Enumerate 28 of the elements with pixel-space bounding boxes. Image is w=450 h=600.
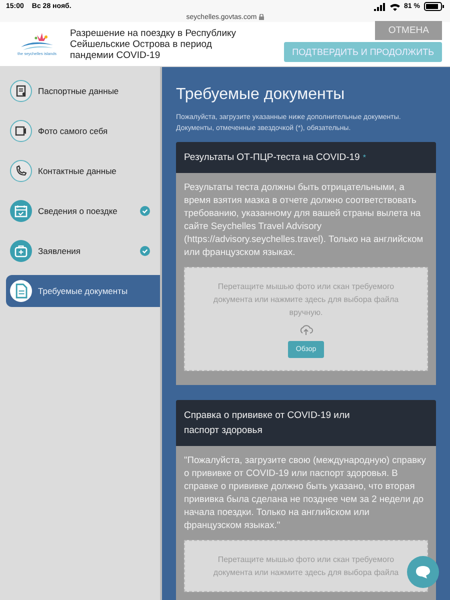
- sidebar-item[interactable]: Сведения о поездке: [6, 195, 160, 227]
- signal-icon: [374, 2, 386, 10]
- document-description: Результаты теста должны быть отрицательными, а время взятия мазка в отчете должно соответствовать требованию, указанному для вашей страны вылета на сайте Seychelles Travel Advisory (https://advisory.seychelles.travel). Только на английском или французском языках.: [184, 181, 424, 259]
- sidebar-item[interactable]: Паспортные данные: [6, 75, 160, 107]
- document-title: Результаты ОТ-ПЦР-теста на COVID-19: [184, 152, 360, 163]
- document-title: Справка о прививке от COVID-19 или паспорт здоровья: [184, 410, 350, 436]
- document-description: "Пожалуйста, загрузите свою (международную) справку о прививке от COVID-19 или паспорт здоровья. В справке о прививке должно быть указано, что вторая прививка была сделана не позднее чем за 2 недели до начала поездки. Только на английском или французском языках.": [184, 454, 427, 532]
- lock-icon: [258, 14, 264, 20]
- upload-icon: [299, 324, 313, 336]
- drop-zone-text: Перетащите мышью фото или скан требуемого документа или нажмите здесь для выбора файла: [212, 554, 400, 579]
- sidebar-item[interactable]: Требуемые документы: [6, 275, 160, 307]
- section-title: Требуемые документы: [176, 86, 346, 104]
- phone-icon: [10, 160, 32, 182]
- page-title: Разрешение на поездку в Республику Сейшельские Острова в период пандемии COVID-19: [70, 28, 238, 60]
- calendar-icon: [10, 200, 32, 222]
- sidebar-item[interactable]: Фото самого себя: [6, 115, 160, 147]
- sidebar-item[interactable]: Заявления: [6, 235, 160, 267]
- wifi-icon: [390, 2, 400, 10]
- medical-kit-icon: [10, 240, 32, 262]
- battery-icon: [424, 2, 444, 11]
- logo-drawing: [19, 32, 55, 50]
- document-icon: [10, 280, 32, 302]
- drop-zone-text: Перетащите мышью фото или скан требуемого документа или нажмите здесь для выбора файла вручную.: [212, 281, 400, 319]
- id-card-icon: [10, 80, 32, 102]
- sidebar-item[interactable]: Контактные данные: [6, 155, 160, 187]
- required-mark: *: [362, 153, 366, 162]
- video-camera-icon: [10, 120, 32, 142]
- chat-bubble-icon: [415, 565, 431, 579]
